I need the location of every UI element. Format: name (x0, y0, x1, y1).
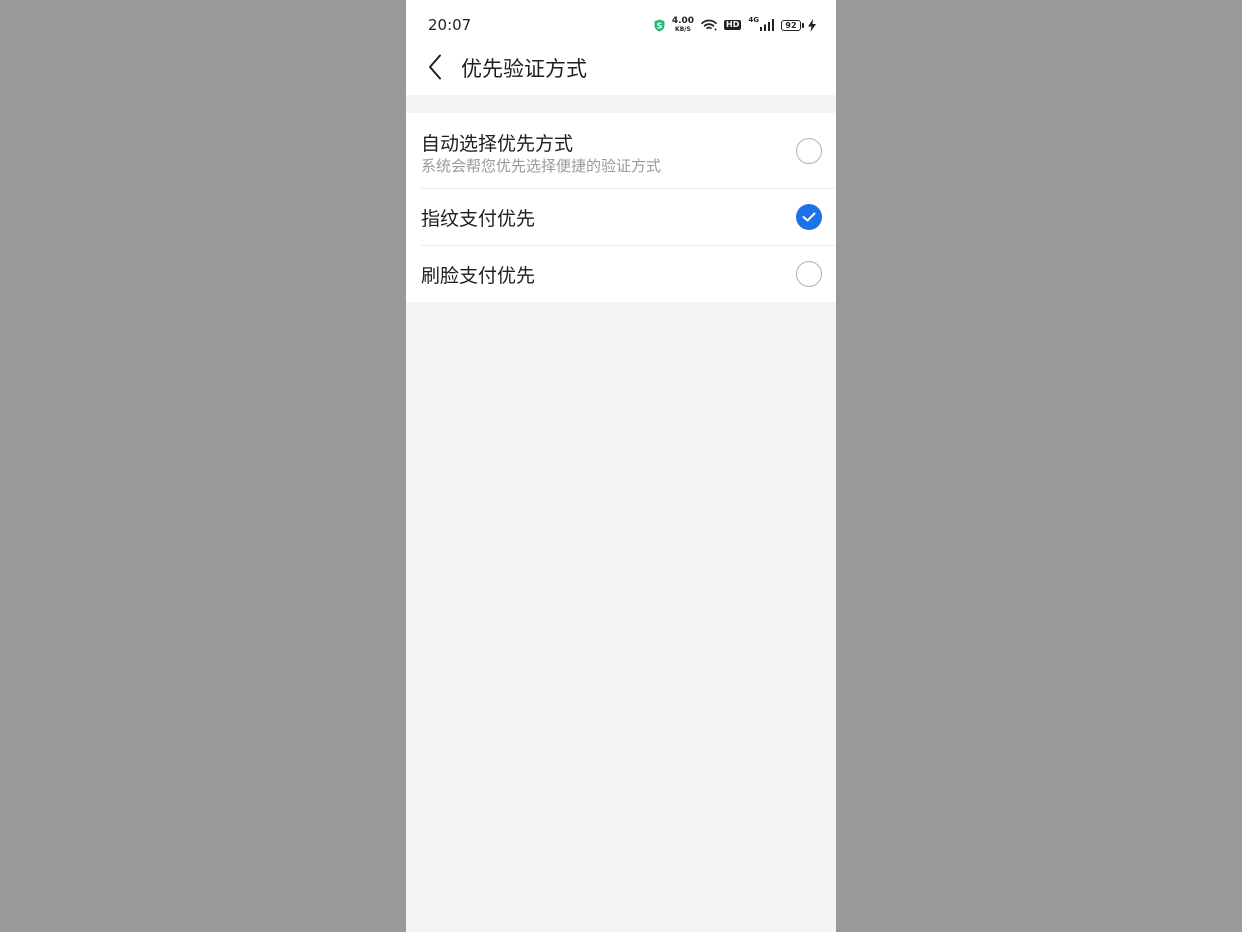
option-title: 自动选择优先方式 (421, 133, 574, 155)
option-title: 指纹支付优先 (421, 208, 536, 230)
net-speed-value: 4.00 (671, 16, 695, 26)
phone-screen: 20:07 S 4.00 KB/S HD 4G 92 优先验证方式 自动选择优先… (406, 0, 836, 932)
page-title: 优先验证方式 (461, 57, 587, 81)
option-face-pay[interactable]: 刷脸支付优先 (406, 245, 836, 302)
shield-icon: S (654, 19, 665, 31)
charging-icon (808, 18, 816, 32)
hd-icon: HD (724, 20, 742, 30)
network-type: 4G (748, 16, 759, 24)
option-title: 刷脸支付优先 (421, 265, 536, 287)
radio-button-unchecked[interactable] (796, 138, 822, 164)
battery-icon: 92 (781, 19, 804, 31)
divider (421, 245, 836, 246)
option-auto-select[interactable]: 自动选择优先方式 系统会帮您优先选择便捷的验证方式 (406, 113, 836, 188)
signal-icon (760, 19, 774, 31)
radio-button-unchecked[interactable] (796, 261, 822, 287)
option-fingerprint-pay[interactable]: 指纹支付优先 (406, 188, 836, 245)
back-button[interactable] (420, 52, 450, 82)
back-arrow-icon (429, 54, 441, 80)
status-time: 20:07 (428, 16, 472, 34)
checkmark-icon (802, 212, 816, 222)
divider (421, 188, 836, 189)
svg-text:S: S (656, 21, 662, 30)
verification-options-list: 自动选择优先方式 系统会帮您优先选择便捷的验证方式 指纹支付优先 刷脸支付优先 (406, 113, 836, 302)
net-speed-unit: KB/S (675, 26, 691, 33)
status-icons: S 4.00 KB/S HD 4G 92 (654, 14, 816, 36)
option-subtitle: 系统会帮您优先选择便捷的验证方式 (421, 157, 662, 175)
title-bar: 优先验证方式 (406, 46, 836, 95)
battery-level: 92 (785, 20, 797, 30)
radio-button-checked[interactable] (796, 204, 822, 230)
net-speed: 4.00 KB/S (672, 17, 694, 33)
wifi-icon (701, 19, 717, 31)
status-bar: 20:07 S 4.00 KB/S HD 4G 92 (406, 0, 836, 46)
